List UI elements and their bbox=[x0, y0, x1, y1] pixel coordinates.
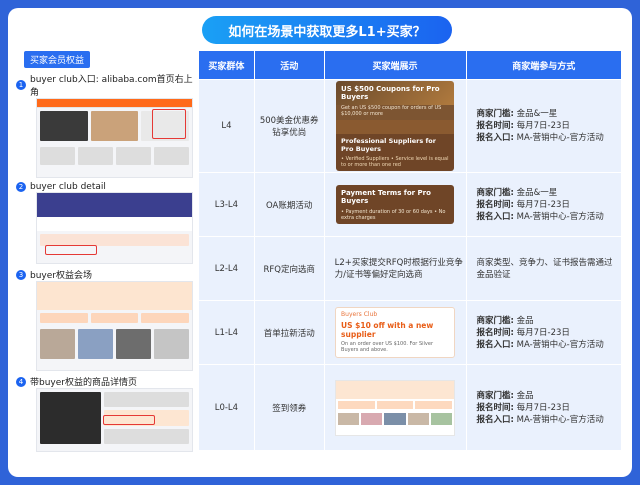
benefit-highlight bbox=[103, 415, 155, 425]
cell-activity: 500美金优惠券 钻享优尚 bbox=[253, 79, 325, 173]
header-buyer-group: 买家群体 bbox=[198, 50, 255, 80]
screenshot-product-detail bbox=[36, 388, 193, 452]
step-3: 3 buyer权益会场 bbox=[16, 268, 196, 281]
step-2-label: buyer club detail bbox=[30, 182, 106, 192]
content-frame: 如何在场景中获取更多L1+买家？ 买家会员权益 1 buyer club入口: a… bbox=[8, 8, 632, 477]
new-supplier-card: Buyers Club US $10 off with a new suppli… bbox=[335, 307, 456, 358]
cell-merchant: 商家门槛: 金品&一星 报名时间: 每月7日-23日 报名入口: MA-营销中心… bbox=[465, 79, 622, 173]
step-4-label: 带buyer权益的商品详情页 bbox=[30, 378, 137, 388]
cell-display: Buyers Club US $10 off with a new suppli… bbox=[323, 300, 467, 365]
cell-group: L4 bbox=[198, 79, 255, 173]
header-buyer-display: 买家端展示 bbox=[323, 50, 467, 80]
header-merchant-method: 商家端参与方式 bbox=[465, 50, 622, 80]
cell-activity: 签到领券 bbox=[253, 364, 325, 451]
cell-group: L3-L4 bbox=[198, 172, 255, 237]
cell-group: L0-L4 bbox=[198, 364, 255, 451]
left-panel-header: 买家会员权益 bbox=[24, 51, 91, 68]
table-header-row: 买家群体 活动 买家端展示 商家端参与方式 bbox=[198, 50, 622, 80]
checkin-coupon-page bbox=[335, 379, 456, 436]
step-1: 1 buyer club入口: alibaba.com首页右上角 bbox=[16, 72, 196, 98]
table-row: L0-L4 签到领券 商家门槛: 金品 报名时间: 每月7日-23日 报名入口:… bbox=[198, 364, 622, 451]
cell-activity: RFQ定向选商 bbox=[253, 236, 325, 301]
cell-merchant: 商家门槛: 金品 报名时间: 每月7日-23日 报名入口: MA-营销中心-官方… bbox=[465, 364, 622, 451]
table-row: L1-L4 首单拉新活动 Buyers Club US $10 off with… bbox=[198, 300, 622, 365]
cell-group: L1-L4 bbox=[198, 300, 255, 365]
table-row: L2-L4 RFQ定向选商 L2+买家提交RFQ时根据行业竞争力/证书等偏好定向… bbox=[198, 236, 622, 301]
benefits-table: 买家群体 活动 买家端展示 商家端参与方式 L4 500美金优惠券 钻享优尚 U… bbox=[198, 50, 622, 451]
cell-display: US $500 Coupons for Pro Buyers Get an US… bbox=[323, 79, 467, 173]
step-2: 2 buyer club detail bbox=[16, 182, 196, 192]
cell-merchant: 商家门槛: 金品&一星 报名时间: 每月7日-23日 报名入口: MA-营销中心… bbox=[465, 172, 622, 237]
left-panel: 买家会员权益 1 buyer club入口: alibaba.com首页右上角 2… bbox=[16, 48, 196, 452]
table-row: L4 500美金优惠券 钻享优尚 US $500 Coupons for Pro… bbox=[198, 79, 622, 173]
cell-group: L2-L4 bbox=[198, 236, 255, 301]
cell-merchant: 商家类型、竞争力、证书报告需通过金品验证 bbox=[465, 236, 622, 301]
entry-highlight bbox=[152, 109, 186, 139]
header-activity: 活动 bbox=[253, 50, 325, 80]
screenshot-club-detail bbox=[36, 192, 193, 264]
payment-card: Payment Terms for Pro Buyers • Payment d… bbox=[336, 185, 455, 224]
table-row: L3-L4 OA账期活动 Payment Terms for Pro Buyer… bbox=[198, 172, 622, 237]
cell-activity: OA账期活动 bbox=[253, 172, 325, 237]
offer-highlight bbox=[45, 245, 97, 255]
step-1-label: buyer club入口: alibaba.com首页右上角 bbox=[30, 75, 193, 98]
step-4: 4 带buyer权益的商品详情页 bbox=[16, 375, 196, 388]
cell-display: L2+买家提交RFQ时根据行业竞争力/证书等偏好定向选商 bbox=[323, 236, 467, 301]
step-3-label: buyer权益会场 bbox=[30, 271, 92, 281]
page-title: 如何在场景中获取更多L1+买家？ bbox=[202, 16, 452, 44]
cell-activity: 首单拉新活动 bbox=[253, 300, 325, 365]
screenshot-benefit-venue bbox=[36, 281, 193, 371]
coupon-card: US $500 Coupons for Pro Buyers Get an US… bbox=[336, 81, 455, 171]
cell-display: Payment Terms for Pro Buyers • Payment d… bbox=[323, 172, 467, 237]
cell-merchant: 商家门槛: 金品 报名时间: 每月7日-23日 报名入口: MA-营销中心-官方… bbox=[465, 300, 622, 365]
screenshot-homepage bbox=[36, 98, 193, 178]
cell-display bbox=[323, 364, 467, 451]
